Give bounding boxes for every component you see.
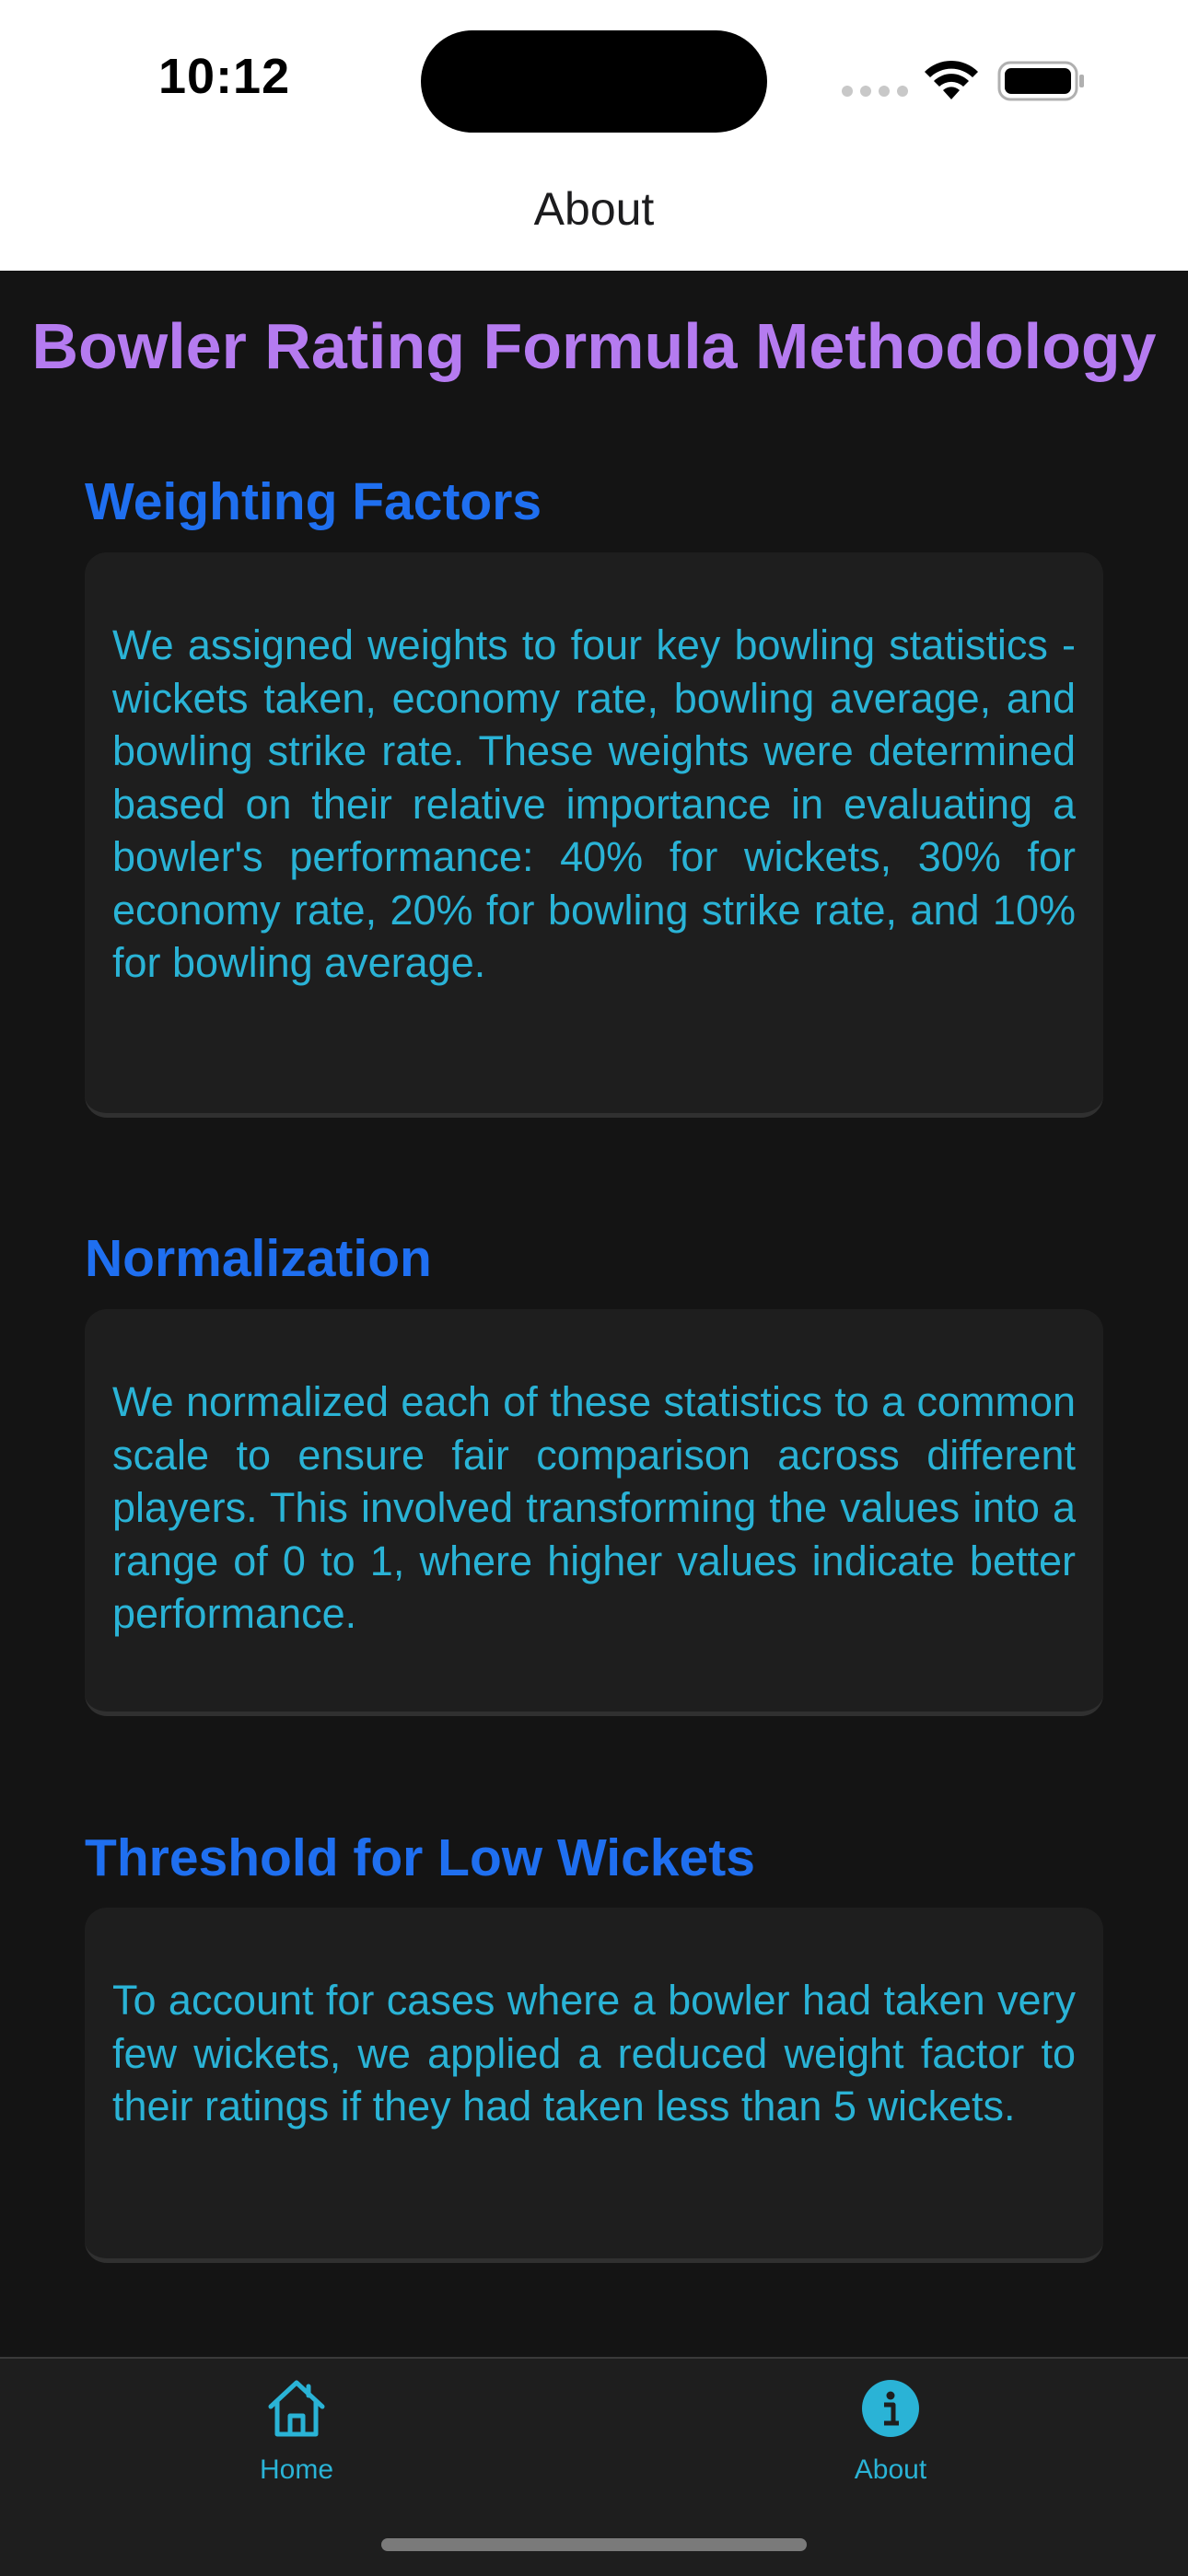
- section-card-threshold-low-wickets: To account for cases where a bowler had …: [85, 1908, 1103, 2263]
- house-icon: [268, 2380, 325, 2437]
- section-body-threshold-low-wickets: To account for cases where a bowler had …: [112, 1977, 1076, 2129]
- tab-about-label: About: [854, 2454, 927, 2485]
- tab-about[interactable]: About: [752, 2375, 1029, 2486]
- section-heading-weighting-factors: Weighting Factors: [85, 472, 542, 531]
- page-title: Bowler Rating Formula Methodology: [31, 310, 1157, 382]
- info-circle-icon: [862, 2380, 919, 2437]
- home-indicator: [381, 2538, 807, 2551]
- header: 10:12 About: [0, 0, 1188, 271]
- battery-icon: [997, 61, 1084, 101]
- nav-title: About: [533, 183, 655, 235]
- dynamic-island: [421, 30, 767, 133]
- section-heading-normalization: Normalization: [85, 1229, 432, 1288]
- section-body-normalization: We normalized each of these statistics t…: [112, 1378, 1076, 1637]
- section-heading-threshold-low-wickets: Threshold for Low Wickets: [85, 1828, 755, 1887]
- tab-home-label: Home: [259, 2454, 334, 2485]
- tab-home[interactable]: Home: [158, 2375, 435, 2486]
- section-card-normalization: We normalized each of these statistics t…: [85, 1309, 1103, 1716]
- wifi-icon: [925, 60, 978, 99]
- status-time: 10:12: [158, 49, 291, 104]
- section-body-weighting-factors: We assigned weights to four key bowling …: [112, 621, 1076, 986]
- section-card-weighting-factors: We assigned weights to four key bowling …: [85, 552, 1103, 1118]
- cellular-signal-icon: [842, 86, 908, 97]
